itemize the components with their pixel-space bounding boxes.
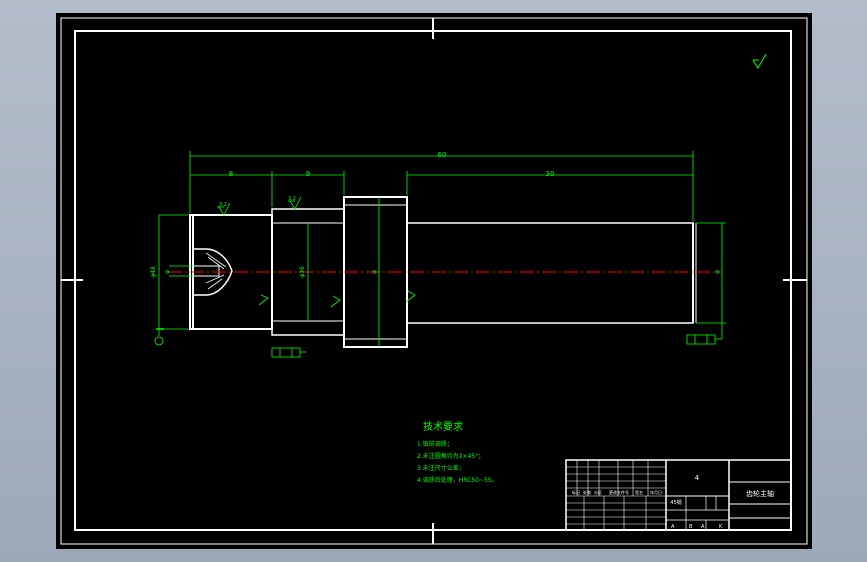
title-block-scale: 4 <box>695 474 700 482</box>
dim-collar-diameter-text: φ <box>371 270 378 274</box>
dim-seg2-diameter-text: φ36 <box>299 266 306 278</box>
svg-text:B: B <box>689 524 693 530</box>
dim-hole-text: φ <box>164 270 171 274</box>
svg-text:处数: 处数 <box>583 489 591 495</box>
tech-req-item-1: 1.锻前调质； <box>417 440 453 448</box>
roughness-symbol-4 <box>330 295 341 308</box>
dim-seg1-length: 8 <box>229 170 233 178</box>
tolerance-frame-2 <box>686 323 723 345</box>
dim-seg3-length: 30 <box>546 170 555 178</box>
svg-text:更改文件号: 更改文件号 <box>609 489 629 495</box>
tolerance-frame-1 <box>271 347 306 358</box>
cad-viewport: 60 8 9 30 φ48 φ φ36 φ φ 3.2 3.2 技术要求 1.锻… <box>0 0 867 562</box>
svg-text:签名: 签名 <box>635 489 643 495</box>
dim-right-diameter-text: φ <box>714 270 721 274</box>
svg-text:标记: 标记 <box>572 489 580 495</box>
dimension-lines-top <box>189 151 694 221</box>
roughness-symbol-global <box>752 53 767 69</box>
title-block-labels: 标记 处数 分区 更改文件号 签名 年月日 <box>572 489 662 495</box>
tech-req-title: 技术要求 <box>423 420 463 433</box>
svg-text:分区: 分区 <box>594 489 602 495</box>
dim-left-diameter-text: φ48 <box>150 266 157 278</box>
title-block-grid <box>566 460 666 530</box>
dim-right-diameter <box>696 222 726 324</box>
dim-overall-length: 60 <box>438 151 447 159</box>
dim-seg2-length: 9 <box>306 170 310 178</box>
title-block-part-name: 齿轮主轴 <box>746 489 774 498</box>
dim-left-diameter <box>154 214 193 346</box>
roughness-value-1: 3.2 <box>219 202 227 208</box>
roughness-value-2: 3.2 <box>288 196 296 202</box>
tech-req-item-2: 2.未注圆角均为2×45°； <box>417 452 484 460</box>
roughness-symbol-3 <box>258 294 269 306</box>
svg-text:年月日: 年月日 <box>650 489 662 495</box>
drawing-canvas: 60 8 9 30 φ48 φ φ36 φ φ 3.2 3.2 技术要求 1.锻… <box>60 17 808 545</box>
tech-req-item-3: 3.未注尺寸公差； <box>417 464 465 472</box>
svg-text:A: A <box>671 524 675 530</box>
drawing-sheet: 60 8 9 30 φ48 φ φ36 φ φ 3.2 3.2 技术要求 1.锻… <box>56 13 812 549</box>
svg-text:A: A <box>701 524 705 530</box>
tech-req-item-4: 4.调质后处理，HRC50~55。 <box>417 476 498 484</box>
title-block-material: 45钢 <box>670 499 681 506</box>
